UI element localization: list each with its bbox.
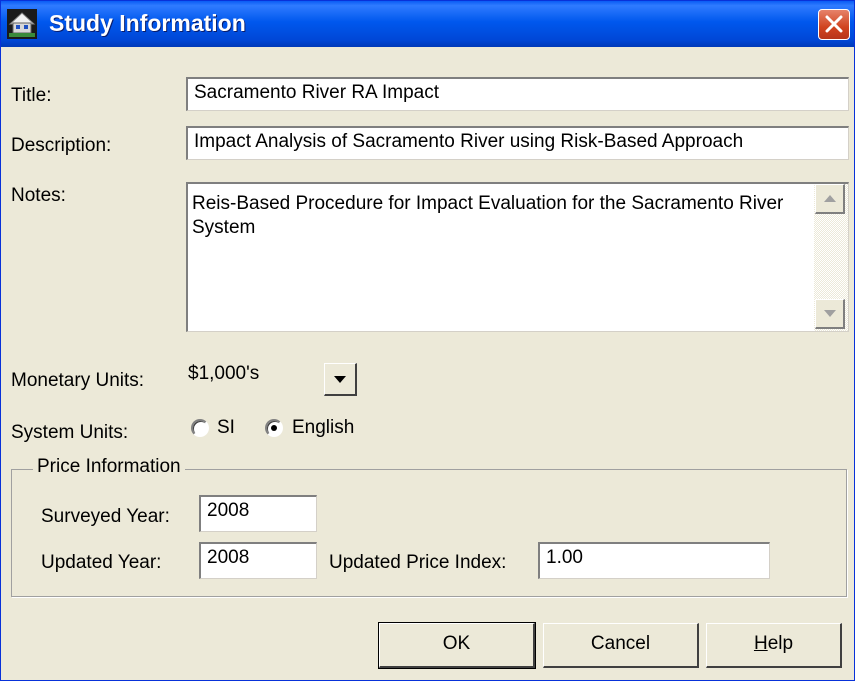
surveyed-year-input[interactable]: 2008 — [199, 495, 317, 532]
monetary-units-dropdown[interactable] — [324, 363, 357, 396]
scroll-down-icon — [824, 310, 836, 317]
house-icon — [7, 9, 37, 39]
scroll-down-button[interactable] — [815, 299, 845, 329]
radio-english-label[interactable]: English — [292, 417, 354, 439]
help-button[interactable]: Help — [706, 623, 842, 668]
notes-text: Reis-Based Procedure for Impact Evaluati… — [192, 193, 784, 238]
surveyed-year-label: Surveyed Year: — [41, 506, 170, 527]
description-input[interactable]: Impact Analysis of Sacramento River usin… — [186, 126, 849, 160]
monetary-units-value[interactable]: $1,000's — [188, 363, 259, 385]
title-input[interactable]: Sacramento River RA Impact — [186, 77, 849, 111]
close-button[interactable] — [818, 9, 850, 40]
scroll-up-icon — [824, 195, 836, 202]
notes-scrollbar[interactable] — [814, 184, 848, 331]
ok-button[interactable]: OK — [378, 622, 536, 669]
help-label-rest: elp — [767, 633, 794, 654]
description-label: Description: — [11, 135, 112, 156]
updated-price-index-label: Updated Price Index: — [329, 552, 507, 573]
notes-textarea[interactable]: Reis-Based Procedure for Impact Evaluati… — [186, 182, 849, 332]
updated-price-index-input[interactable]: 1.00 — [538, 542, 770, 579]
price-information-legend: Price Information — [33, 456, 185, 478]
notes-label: Notes: — [11, 185, 66, 206]
help-accelerator: H — [753, 633, 768, 654]
radio-si[interactable] — [191, 419, 209, 437]
chevron-down-icon — [334, 376, 346, 383]
title-label: Title: — [11, 85, 52, 106]
system-units-label: System Units: — [11, 422, 129, 443]
close-icon — [825, 15, 843, 33]
radio-english[interactable] — [265, 419, 283, 437]
radio-selected-dot — [271, 425, 277, 431]
window-title: Study Information — [49, 10, 246, 36]
radio-si-label[interactable]: SI — [217, 417, 235, 439]
title-bar[interactable]: Study Information — [1, 1, 854, 47]
updated-year-input[interactable]: 2008 — [199, 542, 317, 579]
scroll-up-button[interactable] — [815, 184, 845, 214]
monetary-units-label: Monetary Units: — [11, 370, 145, 391]
study-information-dialog: Study Information Title: Sacramento Rive… — [0, 0, 855, 681]
cancel-button[interactable]: Cancel — [543, 623, 699, 668]
updated-year-label: Updated Year: — [41, 552, 162, 573]
